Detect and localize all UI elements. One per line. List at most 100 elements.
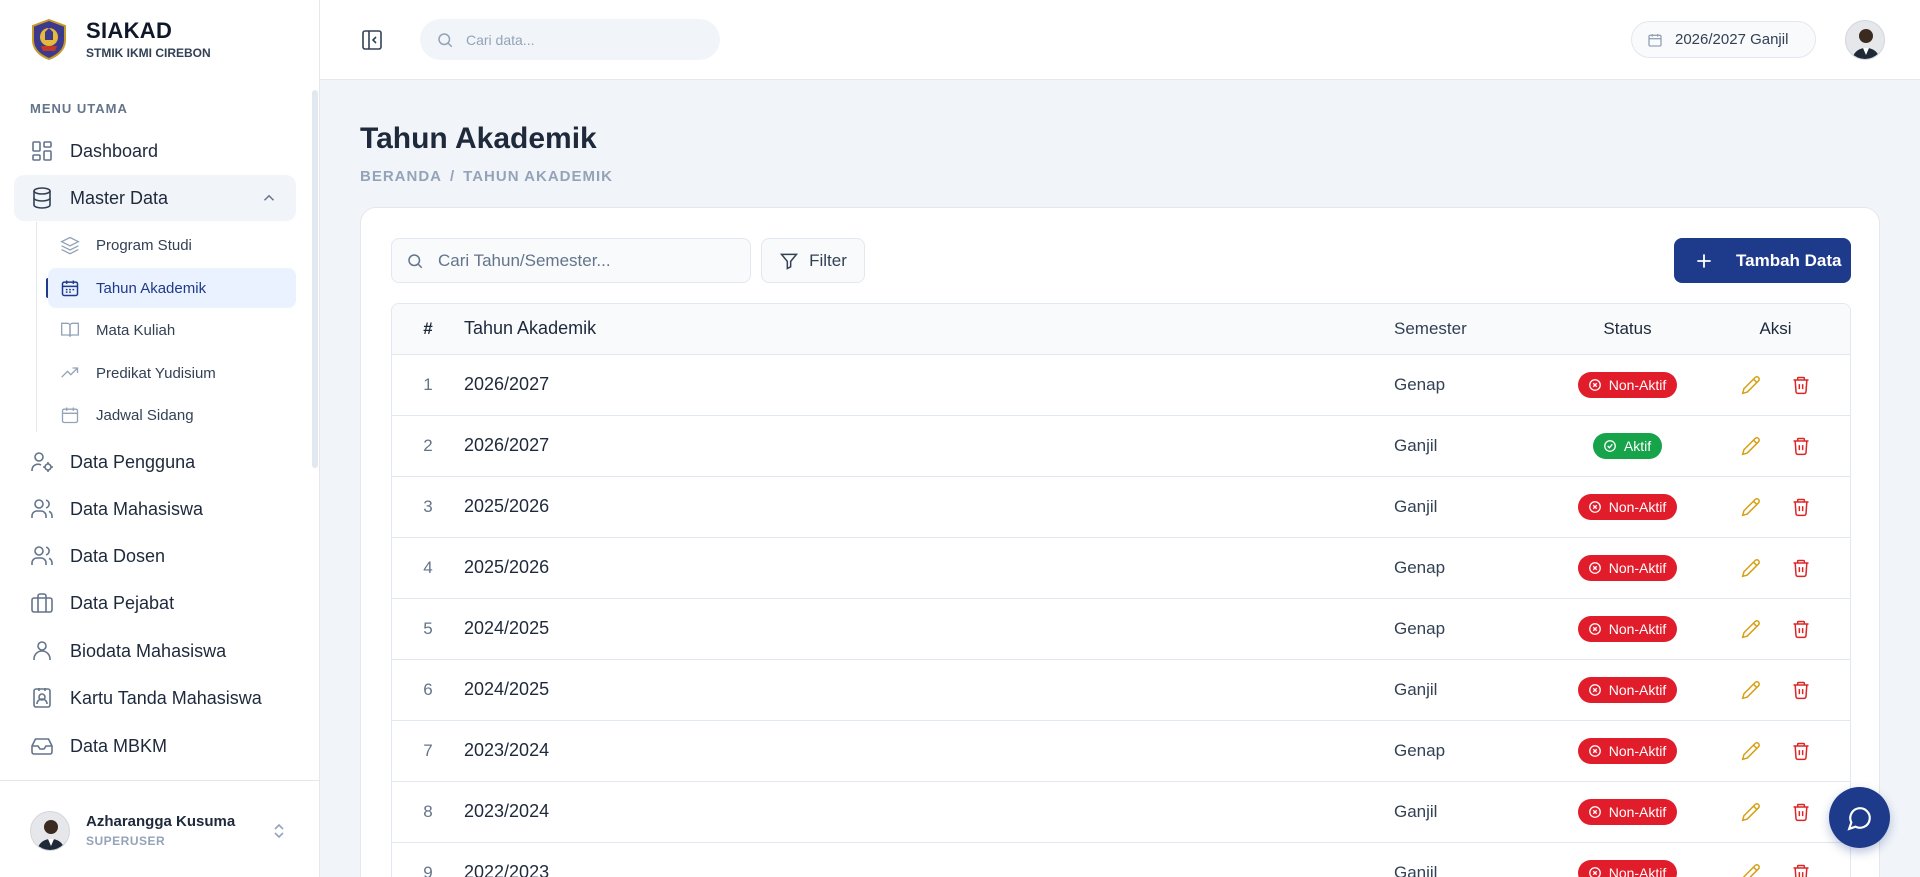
edit-icon[interactable] <box>1741 741 1761 761</box>
delete-icon[interactable] <box>1791 863 1811 877</box>
sidebar-item-label: Data Pejabat <box>70 592 175 613</box>
sidebar-item-data-pengguna[interactable]: Data Pengguna <box>14 439 296 485</box>
edit-icon[interactable] <box>1741 619 1761 639</box>
filter-button[interactable]: Filter <box>761 238 865 283</box>
cell-tahun-akademik: 2024/2025 <box>464 598 1394 660</box>
delete-icon[interactable] <box>1791 741 1811 761</box>
edit-icon[interactable] <box>1741 558 1761 578</box>
avatar[interactable] <box>1845 20 1885 60</box>
academic-period-selector[interactable]: 2026/2027 Ganjil <box>1631 21 1816 58</box>
edit-icon[interactable] <box>1741 375 1761 395</box>
add-data-button[interactable]: Tambah Data <box>1674 238 1851 283</box>
sidebar-subitem-predikat-yudisium[interactable]: Predikat Yudisium <box>48 353 296 393</box>
page-title: Tahun Akademik <box>360 122 597 155</box>
column-header-status: Status <box>1554 304 1701 355</box>
status-badge: Non-Aktif <box>1577 676 1678 703</box>
user-profile-menu[interactable]: Azharangga Kusuma SUPERUSER <box>0 780 320 877</box>
add-data-label: Tambah Data <box>1736 250 1842 270</box>
cell-semester: Genap <box>1394 720 1554 782</box>
delete-icon[interactable] <box>1791 375 1811 395</box>
menu-heading: MENU UTAMA <box>30 101 128 116</box>
sidebar-item-dashboard[interactable]: Dashboard <box>14 128 296 174</box>
status-label: Non-Aktif <box>1608 498 1667 515</box>
cell-number: 4 <box>392 537 464 599</box>
edit-icon[interactable] <box>1741 863 1761 877</box>
global-search-input[interactable] <box>466 31 696 48</box>
table-row: 9 2022/2023 Ganjil Non-Aktif <box>392 842 1850 877</box>
cell-status: Non-Aktif <box>1554 659 1701 721</box>
delete-icon[interactable] <box>1791 436 1811 456</box>
user-name: Azharangga Kusuma <box>86 813 236 830</box>
sidebar-subitem-label: Mata Kuliah <box>96 321 176 339</box>
sidebar-item-kartu-tanda-mahasiswa[interactable]: Kartu Tanda Mahasiswa <box>14 675 296 721</box>
sidebar-item-biodata-mahasiswa[interactable]: Biodata Mahasiswa <box>14 628 296 674</box>
sidebar-subitem-tahun-akademik[interactable]: Tahun Akademik <box>48 268 296 308</box>
sidebar-item-data-mbkm[interactable]: Data MBKM <box>14 723 296 769</box>
column-header-semester: Semester <box>1394 304 1554 355</box>
id-card-icon <box>30 686 54 710</box>
sidebar-item-label: Data Mahasiswa <box>70 498 204 519</box>
status-badge: Non-Aktif <box>1577 737 1678 764</box>
x-circle-icon <box>1588 500 1602 514</box>
sidebar-subitem-label: Jadwal Sidang <box>96 406 194 424</box>
table-search[interactable] <box>391 238 751 283</box>
status-badge: Non-Aktif <box>1577 554 1678 581</box>
table-row: 3 2025/2026 Ganjil Non-Aktif <box>392 476 1850 538</box>
sidebar-subitem-jadwal-sidang[interactable]: Jadwal Sidang <box>48 395 296 435</box>
cell-tahun-akademik: 2025/2026 <box>464 476 1394 538</box>
cell-semester: Genap <box>1394 354 1554 416</box>
user-cog-icon <box>30 450 54 474</box>
sidebar-item-label: Data Pengguna <box>70 451 196 472</box>
x-circle-icon <box>1588 622 1602 636</box>
calendar-icon <box>60 278 80 298</box>
x-circle-icon <box>1588 683 1602 697</box>
layers-icon <box>60 235 80 255</box>
status-badge: Non-Aktif <box>1577 859 1678 877</box>
sidebar-item-data-dosen[interactable]: Data Dosen <box>14 533 296 579</box>
breadcrumb-home[interactable]: BERANDA <box>360 168 442 185</box>
delete-icon[interactable] <box>1791 558 1811 578</box>
delete-icon[interactable] <box>1791 619 1811 639</box>
cell-semester: Genap <box>1394 598 1554 660</box>
calendar-icon <box>1647 32 1663 48</box>
users-icon <box>30 544 54 568</box>
delete-icon[interactable] <box>1791 680 1811 700</box>
cell-number: 8 <box>392 781 464 843</box>
edit-icon[interactable] <box>1741 436 1761 456</box>
status-label: Aktif <box>1623 437 1652 454</box>
table-row: 8 2023/2024 Ganjil Non-Aktif <box>392 781 1850 843</box>
sidebar-toggle-icon[interactable] <box>360 28 384 52</box>
global-search[interactable] <box>420 19 720 60</box>
sidebar-item-label: Data MBKM <box>70 735 168 756</box>
delete-icon[interactable] <box>1791 497 1811 517</box>
cell-actions <box>1701 659 1850 721</box>
table-body: 1 2026/2027 Genap Non-Aktif 2 2026/2027 Ganjil… <box>392 354 1850 877</box>
sidebar-item-label: Biodata Mahasiswa <box>70 640 227 661</box>
cell-status: Non-Aktif <box>1554 354 1701 416</box>
delete-icon[interactable] <box>1791 802 1811 822</box>
cell-actions <box>1701 598 1850 660</box>
edit-icon[interactable] <box>1741 680 1761 700</box>
sidebar-subitem-mata-kuliah[interactable]: Mata Kuliah <box>48 310 296 350</box>
cell-actions <box>1701 781 1850 843</box>
table-search-input[interactable] <box>438 250 728 271</box>
status-badge: Non-Aktif <box>1577 615 1678 642</box>
sidebar-item-data-mahasiswa[interactable]: Data Mahasiswa <box>14 486 296 532</box>
sidebar-item-data-pejabat[interactable]: Data Pejabat <box>14 580 296 626</box>
sidebar: SIAKAD STMIK IKMI CIREBON MENU UTAMA Das… <box>0 0 320 877</box>
edit-icon[interactable] <box>1741 802 1761 822</box>
cell-semester: Ganjil <box>1394 781 1554 843</box>
breadcrumb-current: TAHUN AKADEMIK <box>463 168 613 185</box>
edit-icon[interactable] <box>1741 497 1761 517</box>
sidebar-scrollbar[interactable] <box>312 90 318 468</box>
chat-button[interactable] <box>1829 787 1890 848</box>
status-label: Non-Aktif <box>1608 864 1667 877</box>
chevrons-up-down-icon <box>272 821 286 841</box>
filter-icon <box>779 251 799 271</box>
status-badge: Non-Aktif <box>1577 493 1678 520</box>
sidebar-subitem-program-studi[interactable]: Program Studi <box>48 225 296 265</box>
brand[interactable]: SIAKAD STMIK IKMI CIREBON <box>28 18 211 60</box>
inbox-icon <box>30 734 54 758</box>
sidebar-item-master-data[interactable]: Master Data <box>14 175 296 221</box>
brand-title: SIAKAD <box>86 18 173 43</box>
